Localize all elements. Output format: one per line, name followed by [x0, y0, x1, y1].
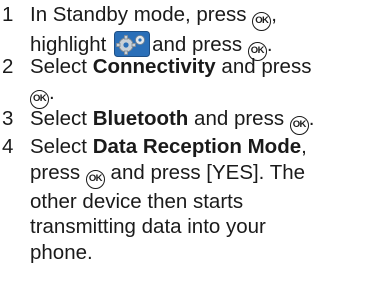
step-text-part: . [308, 107, 315, 130]
step-text-part: , [301, 135, 307, 158]
step-text-part: and press [221, 55, 312, 78]
ok-key-icon: OK [252, 12, 272, 31]
step-text-part: . [266, 33, 273, 56]
step-text-part: Select [30, 107, 87, 130]
step-3: 3 Select Bluetooth and press OK. [0, 106, 373, 135]
menu-item-name: Bluetooth [92, 107, 189, 130]
menu-item-name: Connectivity [92, 55, 216, 78]
step-line: press OK and press [YES]. The [30, 160, 373, 189]
instruction-steps: 1 In Standby mode, press OK, highlight a… [0, 0, 373, 308]
step-line: In Standby mode, press OK, [30, 2, 373, 31]
step-number: 1 [2, 3, 14, 26]
step-text-part: highlight [30, 33, 107, 56]
step-4: 4 Select Data Reception Mode, press OK a… [0, 134, 373, 304]
step-text: In Standby mode, press OK, highlight and… [30, 2, 373, 61]
step-1: 1 In Standby mode, press OK, highlight a… [0, 2, 373, 61]
step-number: 3 [2, 107, 14, 130]
step-line: transmitting data into your [30, 215, 266, 239]
ok-key-icon: OK [289, 116, 309, 135]
ok-key-icon: OK [85, 169, 105, 189]
step-text-part: Select [30, 135, 87, 158]
step-line: other device then starts [30, 189, 244, 213]
step-2: 2 Select Connectivity and press OK. [0, 54, 373, 109]
step-text: Select Bluetooth and press OK. [30, 106, 373, 135]
step-line: Select Bluetooth and press OK. [30, 106, 373, 135]
step-line: Select Connectivity and press [30, 54, 373, 80]
step-line: phone. [30, 240, 93, 264]
step-text-part: and press [194, 107, 285, 130]
step-text: Select Connectivity and press OK. [30, 54, 373, 109]
step-text-part: and press [152, 33, 243, 56]
step-text-part: In Standby mode, press [30, 3, 247, 26]
step-number: 4 [2, 135, 14, 158]
step-text-part: . [49, 80, 55, 104]
step-text-part: and press [YES]. The [110, 160, 306, 184]
menu-item-name: Data Reception Mode [92, 135, 302, 158]
step-number: 2 [2, 55, 14, 78]
step-text-part: Select [30, 55, 87, 78]
step-text: Select Data Reception Mode, press OK and… [30, 134, 373, 265]
step-line: Select Data Reception Mode, [30, 134, 373, 160]
step-line: OK. [30, 80, 373, 109]
step-text-part: , [271, 3, 277, 26]
step-text-part: press [30, 160, 81, 184]
